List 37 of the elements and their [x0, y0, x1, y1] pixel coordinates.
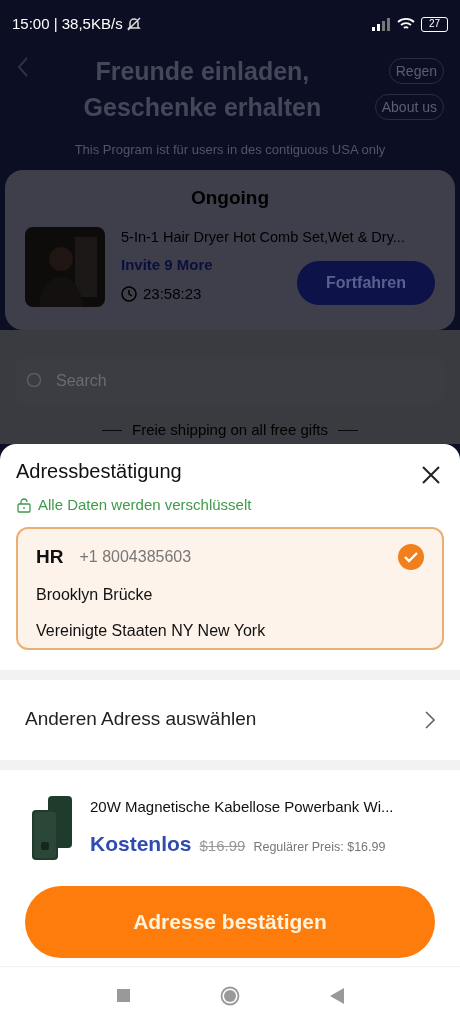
status-time: 15:00 | 38,5KB/s: [12, 13, 123, 34]
old-price: $16.99: [199, 836, 246, 856]
sheet-title: Adressbestätigung: [16, 459, 182, 484]
chevron-right-icon: [425, 710, 435, 729]
product-name: 20W Magnetische Kabellose Powerbank Wi...: [90, 796, 394, 817]
lock-icon: [16, 497, 32, 514]
regular-price: Regulärer Preis: $16.99: [253, 839, 386, 856]
phone-number: +1 8004385603: [79, 546, 192, 567]
search-icon: [26, 372, 44, 390]
page-title: Geschenke erhalten: [83, 92, 322, 123]
address-card[interactable]: HR +1 8004385603 Brooklyn Brücke Vereinigte Staaten NY New York: [16, 526, 444, 650]
recipient-name: HR: [36, 544, 64, 569]
check-icon: [398, 543, 424, 570]
shipping-banner-text: Freie shipping on all free gifts: [132, 422, 328, 438]
close-icon[interactable]: [422, 466, 440, 484]
ongoing-product-name: 5-In-1 Hair Dryer Hot Comb Set,Wet & Dry...: [121, 227, 406, 247]
battery-level: 27: [428, 19, 441, 29]
address-street: Brooklyn Brücke: [36, 585, 154, 605]
clock-icon: [121, 286, 137, 302]
signal-icon: [371, 17, 391, 31]
bell-off-icon: [125, 16, 142, 32]
recents-button[interactable]: [116, 989, 130, 1002]
home-button[interactable]: [219, 985, 240, 1006]
free-price: Kostenlos: [90, 831, 192, 857]
back-icon: [16, 56, 30, 78]
wifi-icon: [397, 17, 415, 31]
countdown-timer: 23:58:23: [143, 283, 202, 304]
other-address-label: Anderen Adress auswählen: [25, 707, 258, 732]
ongoing-title: Ongoing: [190, 186, 270, 210]
continue-button[interactable]: Fortfahren: [297, 261, 435, 306]
secure-note: Alle Daten werden verschlüsselt: [38, 495, 252, 515]
other-address-row[interactable]: Anderen Adress auswählen: [0, 679, 460, 760]
back-button[interactable]: [329, 987, 344, 1004]
page-title: Freunde einladen,: [95, 56, 310, 87]
program-notice: This Program ist für users in des contiguous USA only: [74, 141, 386, 160]
address-region: Vereinigte Staaten NY New York: [36, 621, 267, 641]
confirm-address-button[interactable]: Adresse bestätigen: [25, 885, 435, 958]
